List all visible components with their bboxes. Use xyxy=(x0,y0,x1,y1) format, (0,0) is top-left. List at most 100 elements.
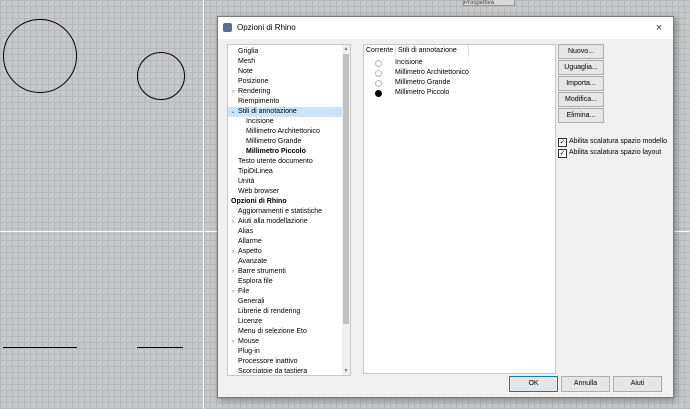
chevron-right-icon[interactable]: › xyxy=(230,267,236,277)
tree-item[interactable]: Generali xyxy=(228,297,343,307)
tree-item[interactable]: Unità xyxy=(228,177,343,187)
table-row[interactable]: Millimetro Grande xyxy=(364,78,555,88)
tree-item[interactable]: Mesh xyxy=(228,57,343,67)
tree-item[interactable]: Avanzate xyxy=(228,257,343,267)
tree-item-label: Barre strumenti xyxy=(238,268,286,275)
ok-button[interactable]: OK xyxy=(509,376,558,392)
rhino-app-icon xyxy=(223,23,232,32)
table-row[interactable]: Millimetro Architettonico xyxy=(364,68,555,78)
tree-item-label: Millimetro Architettonico xyxy=(246,128,320,135)
layout-space-scaling-checkbox[interactable]: ✓ xyxy=(558,149,567,158)
dialog-titlebar[interactable]: Opzioni di Rhino × xyxy=(218,17,673,39)
current-style-radio[interactable] xyxy=(375,70,382,77)
viewport-circle-small[interactable] xyxy=(137,52,185,100)
tree-item-label: Note xyxy=(238,68,253,75)
tree-item[interactable]: › Rendering xyxy=(228,87,343,97)
match-style-button[interactable]: Uguaglia... xyxy=(558,60,604,75)
current-style-radio[interactable] xyxy=(375,90,382,97)
current-style-radio[interactable] xyxy=(375,80,382,87)
style-name: Millimetro Piccolo xyxy=(395,89,450,96)
tree-item[interactable]: TipiDiLinea xyxy=(228,167,343,177)
modify-style-button[interactable]: Modifica... xyxy=(558,92,604,107)
chevron-right-icon[interactable]: › xyxy=(230,247,236,257)
tree-item[interactable]: Riempimento xyxy=(228,97,343,107)
layout-space-scaling-label: Abilita scalatura spazio layout xyxy=(569,149,662,156)
tree-item[interactable]: Opzioni di Rhino xyxy=(228,197,343,207)
tree-item[interactable]: Processore inattivo xyxy=(228,357,343,367)
table-row[interactable]: Incisione xyxy=(364,58,555,68)
column-header-style-name[interactable]: Stili di annotazione xyxy=(396,45,469,57)
tree-item[interactable]: Licenze xyxy=(228,317,343,327)
tree-item-label: Rendering xyxy=(238,88,271,95)
tree-item-label: Millimetro Grande xyxy=(246,138,302,145)
cancel-button[interactable]: Annulla xyxy=(561,376,610,392)
column-header-current[interactable]: Corrente xyxy=(364,45,396,57)
tree-item[interactable]: › Aiuti alla modellazione xyxy=(228,217,343,227)
chevron-right-icon[interactable]: › xyxy=(230,287,236,297)
viewport-line-middle[interactable] xyxy=(137,347,183,348)
chevron-right-icon[interactable]: › xyxy=(230,217,236,227)
chevron-right-icon[interactable]: › xyxy=(230,87,236,97)
tree-item-label: Aiuti alla modellazione xyxy=(238,218,308,225)
options-tree[interactable]: Griglia Mesh Note Posizione › Rendering Riempi… xyxy=(227,44,344,376)
chevron-down-icon[interactable]: ⌄ xyxy=(230,107,236,117)
tree-item-label: Licenze xyxy=(238,318,263,325)
tree-item-label: Griglia xyxy=(238,48,259,55)
tree-item[interactable]: Esplora file xyxy=(228,277,343,287)
tree-item[interactable]: Allarme xyxy=(228,237,343,247)
tree-item-label: Stili di annotazione xyxy=(238,108,297,115)
tree-item[interactable]: Griglia xyxy=(228,47,343,57)
current-style-radio[interactable] xyxy=(375,60,382,67)
tree-item[interactable]: › Barre strumenti xyxy=(228,267,343,277)
scroll-thumb[interactable] xyxy=(343,54,349,324)
tree-item[interactable]: Menu di selezione Eto xyxy=(228,327,343,337)
tree-item[interactable]: Alias xyxy=(228,227,343,237)
tree-scrollbar[interactable]: ▲ ▼ xyxy=(342,44,351,376)
scroll-up-arrow-icon[interactable]: ▲ xyxy=(342,45,350,53)
tree-item[interactable]: Web browser xyxy=(228,187,343,197)
tree-item[interactable]: Note xyxy=(228,67,343,77)
tree-item[interactable]: Testo utente documento xyxy=(228,157,343,167)
tree-item-label: Mouse xyxy=(238,338,260,345)
viewport-line-left[interactable] xyxy=(3,347,77,348)
tree-item[interactable]: Millimetro Architettonico xyxy=(228,127,343,137)
tree-item[interactable]: Incisione xyxy=(228,117,343,127)
tree-item[interactable]: Millimetro Piccolo xyxy=(228,147,343,157)
tree-item-label: Unità xyxy=(238,178,255,185)
delete-style-button[interactable]: Elimina... xyxy=(558,108,604,123)
chevron-right-icon[interactable]: › xyxy=(230,337,236,347)
table-row[interactable]: Millimetro Piccolo xyxy=(364,88,555,98)
tree-item-label: Scorciatoie da tastiera xyxy=(238,368,308,375)
close-button[interactable]: × xyxy=(651,20,667,36)
model-space-scaling-checkbox[interactable]: ✓ xyxy=(558,138,567,147)
tree-item-label: Web browser xyxy=(238,188,280,195)
import-style-button[interactable]: Importa... xyxy=(558,76,604,91)
style-name: Millimetro Grande xyxy=(395,79,451,86)
tree-item-label: File xyxy=(238,288,250,295)
tree-item[interactable]: Plug-in xyxy=(228,347,343,357)
tree-item-label: Millimetro Piccolo xyxy=(246,148,306,155)
tree-item[interactable]: Librerie di rendering xyxy=(228,307,343,317)
tree-item-label: Plug-in xyxy=(238,348,260,355)
tree-item[interactable]: ⌄ Stili di annotazione xyxy=(228,107,343,117)
tree-item-label: TipiDiLinea xyxy=(238,168,273,175)
tree-item-label: Alias xyxy=(238,228,254,235)
tree-item[interactable]: › Mouse xyxy=(228,337,343,347)
tree-item[interactable]: Posizione xyxy=(228,77,343,87)
annotation-styles-table[interactable]: Corrente Stili di annotazione Incisione M… xyxy=(363,44,556,374)
new-style-button[interactable]: Nuovo... xyxy=(558,44,604,59)
style-name: Millimetro Architettonico xyxy=(395,69,469,76)
tree-item-label: Riempimento xyxy=(238,98,280,105)
viewport-circle-large[interactable] xyxy=(3,19,77,93)
options-dialog: Opzioni di Rhino × Griglia Mesh Note Posizi… xyxy=(217,16,674,398)
tree-item[interactable]: Millimetro Grande xyxy=(228,137,343,147)
tree-item[interactable]: Scorciatoie da tastiera xyxy=(228,367,343,375)
help-button[interactable]: Aiuti xyxy=(613,376,662,392)
tree-item-label: Processore inattivo xyxy=(238,358,298,365)
viewport-tab[interactable]: Prospettiva xyxy=(463,0,515,6)
tree-item[interactable]: Aggiornamenti e statistiche xyxy=(228,207,343,217)
tree-item[interactable]: › File xyxy=(228,287,343,297)
tree-item[interactable]: › Aspetto xyxy=(228,247,343,257)
scroll-down-arrow-icon[interactable]: ▼ xyxy=(342,367,350,375)
tree-item-label: Posizione xyxy=(238,78,269,85)
